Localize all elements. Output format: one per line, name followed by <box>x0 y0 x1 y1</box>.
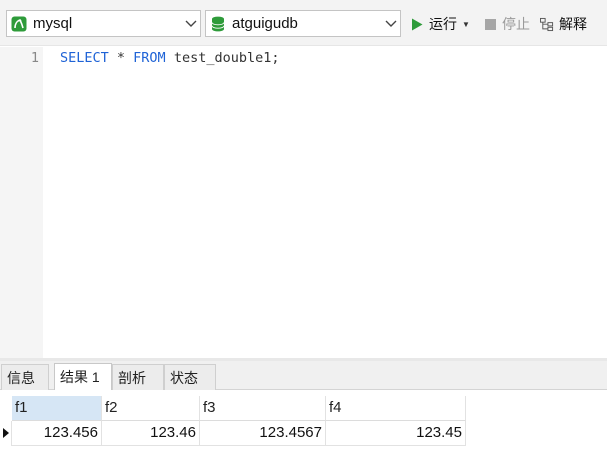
database-select[interactable]: atguigudb <box>205 10 401 37</box>
column-header-f1[interactable]: f1 <box>12 396 102 421</box>
tab-label: 信息 <box>7 369 35 386</box>
tab-info[interactable]: 信息 <box>1 364 49 390</box>
explain-label: 解释 <box>559 16 587 32</box>
sql-keyword: FROM <box>133 50 166 66</box>
column-header-f3[interactable]: f3 <box>200 396 326 421</box>
column-header-label: f3 <box>203 399 216 416</box>
stop-icon <box>483 17 497 31</box>
sql-token: * <box>108 50 134 66</box>
tab-label: 结果 1 <box>60 369 100 385</box>
code-line[interactable]: SELECT * FROM test_double1; <box>60 49 279 67</box>
column-header-label: f4 <box>329 399 342 416</box>
column-header-label: f1 <box>15 399 28 416</box>
row-header[interactable] <box>0 421 12 446</box>
grid-header-row: f1 f2 f3 f4 <box>0 396 466 421</box>
database-value: atguigudb <box>232 15 298 32</box>
chevron-down-icon[interactable] <box>182 11 200 36</box>
database-icon <box>210 16 226 32</box>
result-tab-strip: 信息 结果 1 剖析 状态 <box>0 361 607 390</box>
connection-value: mysql <box>33 15 73 32</box>
column-header-f2[interactable]: f2 <box>102 396 200 421</box>
explain-button[interactable]: 解释 <box>540 14 587 34</box>
sql-keyword: SELECT <box>60 50 109 66</box>
current-row-marker-icon <box>3 428 9 438</box>
explain-icon <box>540 17 554 31</box>
caret-down-icon[interactable]: ▼ <box>462 20 470 29</box>
tab-result-1[interactable]: 结果 1 <box>54 363 112 390</box>
tab-profile[interactable]: 剖析 <box>112 364 164 390</box>
tab-label: 剖析 <box>118 369 146 386</box>
mysql-connection-icon <box>11 16 27 32</box>
connection-select[interactable]: mysql <box>6 10 201 37</box>
result-panel: 信息 结果 1 剖析 状态 f1 f2 f3 f4 123.456 123.46… <box>0 361 607 467</box>
tab-status[interactable]: 状态 <box>164 364 216 390</box>
table-cell[interactable]: 123.4567 <box>200 421 326 446</box>
column-header-label: f2 <box>105 399 118 416</box>
tab-label: 状态 <box>170 369 198 386</box>
stop-button[interactable]: 停止 <box>483 14 530 34</box>
run-button[interactable]: 运行 ▼ <box>410 14 470 34</box>
table-row[interactable]: 123.456 123.46 123.4567 123.45 <box>0 421 466 446</box>
line-number-gutter: 1 <box>0 47 43 358</box>
table-cell[interactable]: 123.45 <box>326 421 466 446</box>
run-label: 运行 <box>429 16 457 32</box>
sql-token: test_double1; <box>165 50 280 66</box>
editor-toolbar: mysql atguigudb 运行 ▼ 停止 解释 <box>0 0 607 46</box>
line-number: 1 <box>30 50 39 66</box>
chevron-down-icon[interactable] <box>382 11 400 36</box>
table-cell[interactable]: 123.456 <box>12 421 102 446</box>
stop-label: 停止 <box>502 16 530 32</box>
sql-editor[interactable]: 1 SELECT * FROM test_double1; <box>0 47 607 358</box>
column-header-f4[interactable]: f4 <box>326 396 466 421</box>
table-cell[interactable]: 123.46 <box>102 421 200 446</box>
play-icon <box>410 17 424 31</box>
